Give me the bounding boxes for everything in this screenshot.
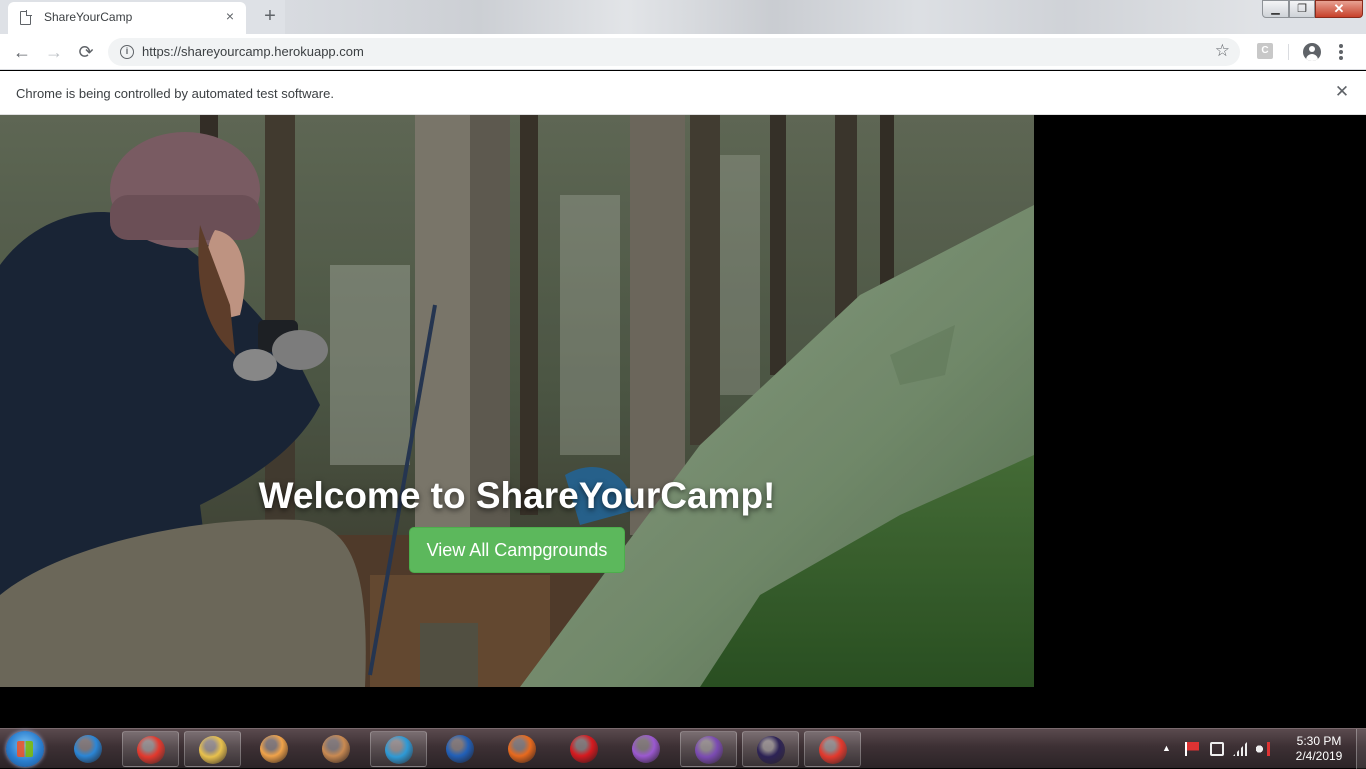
taskbar-app-button[interactable] (184, 731, 241, 767)
minimize-icon: ▁ (1271, 3, 1280, 15)
taskbar-app-button[interactable] (742, 731, 799, 767)
hero-title: Welcome to ShareYourCamp! (258, 475, 776, 516)
toolbar-divider (1288, 44, 1289, 60)
tab-close-icon[interactable]: × (222, 8, 238, 24)
browser-tab[interactable]: ShareYourCamp × (8, 2, 246, 34)
remote-desktop-icon (322, 735, 350, 763)
file-explorer-icon (199, 736, 227, 764)
battery-icon[interactable] (1210, 742, 1224, 756)
url-text[interactable]: https://shareyourcamp.herokuapp.com (142, 44, 364, 59)
network-signal-icon[interactable] (1233, 742, 1247, 756)
taskbar-app-button[interactable] (308, 731, 365, 767)
taskbar-app-button[interactable] (680, 731, 737, 767)
window-minimize-button[interactable]: ▁ (1262, 0, 1289, 18)
forward-button[interactable]: → (42, 40, 66, 64)
browser-tabstrip: ShareYourCamp × + ▁ ❐ ✕ (0, 0, 1366, 34)
visual-studio-icon (695, 736, 723, 764)
volume-muted-icon[interactable] (1256, 742, 1270, 756)
show-desktop-button[interactable] (1356, 729, 1366, 769)
windows-taskbar: ▲ 5:30 PM 2/4/2019 (0, 728, 1366, 769)
swirl-app-icon (632, 735, 660, 763)
new-tab-button[interactable]: + (258, 5, 282, 29)
start-button[interactable] (6, 731, 44, 767)
infobar-close-icon[interactable]: ✕ (1333, 82, 1351, 102)
clock-date: 2/4/2019 (1295, 749, 1343, 763)
taskbar-app-button[interactable] (246, 731, 303, 767)
extension-icon[interactable]: C (1257, 43, 1273, 59)
taskbar-app-button[interactable] (122, 731, 179, 767)
automation-infobar: Chrome is being controlled by automated … (0, 71, 1366, 115)
tab-title: ShareYourCamp (44, 10, 133, 24)
camping-scene-image (0, 115, 1034, 687)
site-info-icon[interactable]: i (120, 45, 134, 59)
hero-background-image: Welcome to ShareYourCamp! View All Campg… (0, 115, 1034, 687)
restore-icon: ❐ (1297, 3, 1307, 15)
view-all-campgrounds-button[interactable]: View All Campgrounds (409, 527, 625, 573)
taskbar-app-button[interactable] (370, 731, 427, 767)
browser-menu-icon[interactable] (1336, 43, 1346, 61)
eclipse-icon (757, 736, 785, 764)
taskbar-app-button[interactable] (60, 731, 117, 767)
chrome-active-icon (819, 736, 847, 764)
taskbar-app-button[interactable] (556, 731, 613, 767)
window-close-button[interactable]: ✕ (1315, 0, 1363, 18)
action-center-flag-icon[interactable] (1185, 742, 1199, 756)
infobar-message: Chrome is being controlled by automated … (16, 86, 334, 101)
window-restore-button[interactable]: ❐ (1289, 0, 1315, 18)
system-clock[interactable]: 5:30 PM 2/4/2019 (1284, 734, 1354, 764)
media-player-icon (260, 735, 288, 763)
chrome-icon (137, 736, 165, 764)
browser-toolbar: ← → ⟳ i https://shareyourcamp.herokuapp.… (0, 34, 1366, 70)
clock-time: 5:30 PM (1296, 734, 1342, 748)
close-icon: ✕ (1333, 1, 1345, 16)
hp-icon (385, 736, 413, 764)
page-icon (20, 10, 32, 25)
blurred-background-windows (285, 0, 1260, 34)
bookmark-star-icon[interactable]: ☆ (1215, 41, 1230, 61)
taskbar-app-button[interactable] (804, 731, 861, 767)
opera-icon (570, 735, 598, 763)
profile-icon[interactable] (1303, 43, 1321, 61)
address-bar[interactable]: i https://shareyourcamp.herokuapp.com ☆ (108, 38, 1240, 66)
back-button[interactable]: ← (10, 40, 34, 64)
taskbar-app-button[interactable] (432, 731, 489, 767)
page-viewport: Welcome to ShareYourCamp! View All Campg… (0, 115, 1366, 728)
taskbar-app-button[interactable] (618, 731, 675, 767)
reload-button[interactable]: ⟳ (74, 40, 98, 64)
firefox-icon (508, 735, 536, 763)
thunderbird-icon (446, 735, 474, 763)
tray-expand-icon[interactable]: ▲ (1162, 743, 1171, 753)
taskbar-app-button[interactable] (494, 731, 551, 767)
internet-explorer-icon (74, 735, 102, 763)
